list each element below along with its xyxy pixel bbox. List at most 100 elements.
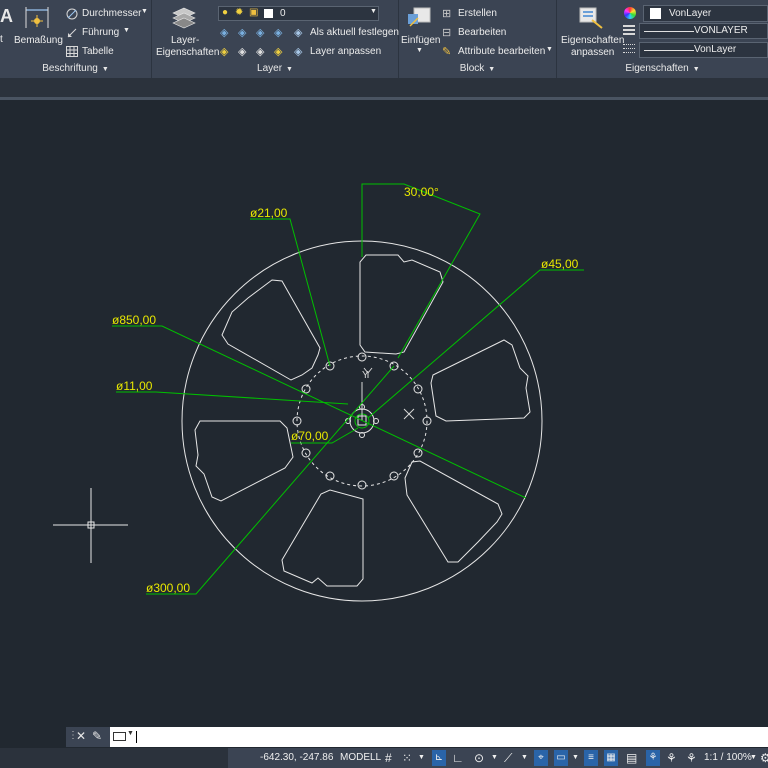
dim-d850-text: ø850,00 — [112, 313, 156, 327]
command-line-input[interactable]: ▼ — [110, 727, 768, 747]
close-icon[interactable]: ✕ — [76, 729, 86, 743]
snap-icon[interactable]: ⁙ — [402, 748, 412, 768]
wrench-icon[interactable]: ✎ — [92, 729, 102, 743]
table-button[interactable]: Tabelle — [66, 45, 126, 59]
color-dropdown[interactable]: VonLayer — [643, 5, 768, 22]
leader-dropdown[interactable]: Führung ▼ — [66, 26, 136, 40]
spoke-window-top-left — [221, 279, 321, 381]
annotation-scale-icon[interactable]: ⚘ — [686, 748, 697, 768]
annotation-panel-title-text: Beschriftung — [42, 63, 98, 74]
block-panel: Einfügen ▼ ⊞ Erstellen ⊟ Bearbeiten ✎ At… — [399, 0, 557, 78]
chevron-down-icon[interactable]: ▼ — [418, 748, 425, 768]
layer-unisolate-icon[interactable]: ◈ — [238, 45, 246, 58]
annotation-panel-title[interactable]: Beschriftung ▼ — [0, 62, 151, 76]
polar-icon[interactable]: ∟ — [452, 748, 464, 768]
model-space-button[interactable]: MODELL — [340, 748, 381, 768]
match-properties-button[interactable]: Eigenschaften anpassen — [559, 4, 625, 60]
transparency-icon[interactable]: ≡ — [584, 750, 598, 766]
bolt-hole — [413, 448, 423, 458]
color-value: VonLayer — [669, 8, 712, 19]
scale-display[interactable]: 1:1 / 100% — [704, 748, 752, 768]
layer-match-button[interactable]: ◈ Layer anpassen — [294, 45, 398, 59]
spoke-window-bottom — [281, 489, 364, 587]
isodraft-icon[interactable]: ⊙ — [474, 748, 484, 768]
chevron-down-icon[interactable]: ▼ — [491, 748, 498, 768]
dim-d300-text: ø300,00 — [146, 581, 190, 595]
color-wheel-icon — [624, 7, 636, 19]
command-prompt-icon — [113, 732, 126, 741]
lightbulb-icon: ● — [222, 7, 229, 18]
lineweight-sample-line — [644, 50, 694, 51]
chevron-down-icon[interactable]: ▼ — [750, 748, 757, 768]
layer-properties-label-2: Eigenschaften — [156, 47, 220, 58]
annotation-visibility-icon[interactable]: ⚘ — [646, 750, 660, 766]
coordinates-display[interactable]: -642.30, -247.86 — [260, 748, 333, 768]
text-button-partial[interactable]: t — [0, 34, 3, 45]
lineweight-dropdown[interactable]: VonLayer — [639, 42, 768, 58]
layer-panel-title[interactable]: Layer ▼ — [152, 62, 398, 76]
selection-cycling-icon[interactable]: ▦ — [604, 750, 618, 766]
dim-angle-text: 30,00° — [404, 185, 439, 199]
gear-icon[interactable]: ⚙ — [760, 748, 768, 768]
lock-icon: ▣ — [249, 7, 259, 18]
chevron-down-icon[interactable]: ▼ — [572, 748, 579, 768]
dimension-lines — [112, 183, 584, 595]
linetype-icon — [623, 43, 635, 55]
dynamic-ucs-icon[interactable]: ▤ — [626, 748, 637, 768]
chevron-down-icon: ▼ — [370, 8, 377, 15]
sun-icon: ✹ — [235, 7, 244, 18]
ribbon: t A Bemaßung Durchmesser ▼ Führung ▼ Tab… — [0, 0, 768, 79]
color-swatch-icon — [264, 9, 273, 18]
bolt-hole — [357, 352, 367, 362]
set-current-button[interactable]: ◈ Als aktuell festlegen — [294, 26, 399, 40]
crosshair-cursor — [53, 488, 128, 563]
layer-properties-button[interactable]: Layer- Eigenschaften — [154, 4, 219, 60]
ortho-icon[interactable]: ⊾ — [432, 750, 446, 766]
layer-isolate-icon[interactable]: ◈ — [238, 26, 246, 39]
diameter-dropdown[interactable]: Durchmesser ▼ — [66, 7, 150, 21]
diameter-label: Durchmesser — [82, 8, 142, 19]
lineweight-value: VonLayer — [694, 44, 737, 55]
insert-block-icon — [408, 7, 431, 27]
properties-panel-title[interactable]: Eigenschaften ▼ — [557, 62, 768, 76]
layer-unlock-icon[interactable]: ◈ — [274, 45, 282, 58]
text-caret — [136, 731, 137, 743]
insert-label: Einfügen — [401, 35, 441, 46]
object-snap-icon[interactable]: ⌖ — [534, 750, 548, 766]
edit-block-button[interactable]: ⊟ Bearbeiten — [442, 26, 512, 40]
edit-attributes-dropdown[interactable]: ✎ Attribute bearbeiten ▼ — [442, 45, 554, 59]
status-bar: -642.30, -247.86 MODELL # ⁙ ▼ ⊾ ∟ ⊙ ▼ ⟋ … — [0, 748, 768, 768]
match-properties-label-2: anpassen — [571, 47, 615, 58]
block-panel-title[interactable]: Block ▼ — [399, 62, 556, 76]
dim-d11-leader — [116, 391, 349, 405]
insert-button[interactable]: Einfügen ▼ — [399, 4, 441, 60]
file-tab-strip — [0, 78, 768, 100]
linetype-dropdown[interactable]: VONLAYER — [639, 23, 768, 39]
dimension-button[interactable]: Bemaßung — [12, 4, 63, 52]
layer-freeze-icon[interactable]: ◈ — [256, 26, 264, 39]
bolt-hole — [301, 448, 311, 458]
layer-lock-icon[interactable]: ◈ — [274, 26, 282, 39]
layer-panel: Layer- Eigenschaften ● ✹ ▣ 0 ▼ ◈ ◈ ◈ ◈ ◈… — [152, 0, 399, 78]
edit-attributes-label: Attribute bearbeiten — [458, 46, 546, 57]
auto-scale-icon[interactable]: ⚘ — [666, 748, 677, 768]
dim-d45-leader — [367, 269, 584, 419]
set-current-label: Als aktuell festlegen — [310, 27, 399, 38]
annotation-panel: t A Bemaßung Durchmesser ▼ Führung ▼ Tab… — [0, 0, 152, 78]
lineweight-toggle-icon[interactable]: ▭ — [554, 750, 568, 766]
match-properties-label-1: Eigenschaften — [561, 35, 625, 46]
table-icon — [66, 46, 78, 57]
layer-dropdown[interactable]: ● ✹ ▣ 0 ▼ — [218, 6, 379, 21]
drawing-canvas[interactable]: 30,00° ø21,00 ø45,00 ø850,00 ø11,00 ø70,… — [0, 101, 768, 726]
layer-off-icon[interactable]: ◈ — [220, 26, 228, 39]
grid-icon[interactable]: # — [385, 748, 392, 768]
object-snap-tracking-icon[interactable]: ⟋ — [504, 748, 512, 768]
bolt-hole — [357, 480, 367, 490]
chevron-down-icon[interactable]: ▼ — [521, 748, 528, 768]
bolt-hole — [413, 384, 423, 394]
create-block-icon: ⊞ — [442, 8, 452, 20]
layer-on-icon[interactable]: ◈ — [220, 45, 228, 58]
create-block-button[interactable]: ⊞ Erstellen — [442, 7, 512, 21]
layer-thaw-icon[interactable]: ◈ — [256, 45, 264, 58]
bolt-hole — [389, 471, 399, 481]
